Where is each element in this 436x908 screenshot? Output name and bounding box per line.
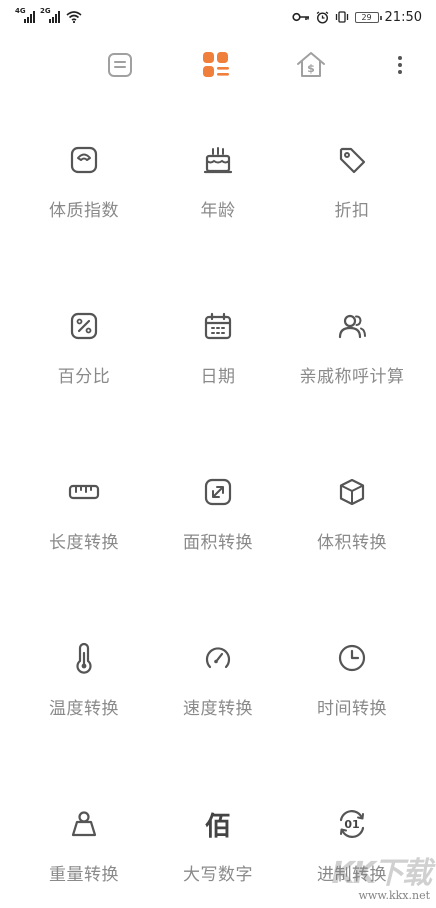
tool-age[interactable]: 年龄 [151, 136, 285, 256]
price-tag-icon [336, 144, 368, 176]
tool-label: 大写数字 [183, 865, 253, 885]
chinese-numeral-icon: 佰 [202, 808, 234, 842]
tool-label: 折扣 [334, 201, 370, 221]
key-icon [291, 12, 309, 22]
percent-icon [68, 310, 100, 342]
tool-label: 长度转换 [49, 533, 119, 553]
ruler-icon [68, 476, 100, 508]
more-options-button[interactable] [390, 52, 410, 78]
tool-weight[interactable]: 重量转换 [17, 800, 151, 908]
tool-label: 温度转换 [49, 699, 119, 719]
tool-label: 面积转换 [183, 533, 253, 553]
signal-sim1-icon: 4G [15, 7, 35, 23]
tool-time[interactable]: 时间转换 [285, 634, 419, 754]
tool-label: 体质指数 [49, 201, 119, 221]
alarm-icon [316, 10, 328, 24]
battery-level: 29 [361, 12, 372, 22]
tool-chinese-numerals[interactable]: 佰 大写数字 [151, 800, 285, 908]
expand-arrow-icon [202, 476, 234, 508]
scale-icon [68, 144, 100, 176]
status-bar: 4G 2G 29 21:50 [0, 0, 436, 34]
network-type-label: 4G [15, 7, 26, 15]
speedometer-icon [202, 642, 234, 674]
weight-icon [68, 808, 100, 840]
tool-bmi[interactable]: 体质指数 [17, 136, 151, 256]
battery-icon: 29 [354, 11, 382, 23]
status-right: 29 21:50 [291, 9, 422, 25]
tool-length[interactable]: 长度转换 [17, 468, 151, 588]
birthday-cake-icon [202, 144, 234, 176]
tab-finance[interactable]: $ [296, 50, 326, 80]
tool-label: 年龄 [200, 201, 236, 221]
tool-volume[interactable]: 体积转换 [285, 468, 419, 588]
more-vertical-icon [398, 56, 402, 74]
binary-cycle-icon: 01 [336, 808, 368, 840]
tool-temperature[interactable]: 温度转换 [17, 634, 151, 754]
signal-sim2-icon: 2G [40, 7, 60, 23]
tool-label: 日期 [200, 367, 236, 387]
people-icon [336, 310, 368, 342]
tool-label: 进制转换 [317, 865, 387, 885]
list-icon [108, 53, 132, 77]
tool-label: 重量转换 [49, 865, 119, 885]
tool-base-conversion[interactable]: 01 进制转换 [285, 800, 419, 908]
clock-icon [336, 642, 368, 674]
calendar-icon [202, 310, 234, 342]
tool-label: 亲戚称呼计算 [299, 367, 405, 387]
tool-area[interactable]: 面积转换 [151, 468, 285, 588]
grid-apps-icon [203, 52, 229, 77]
tool-label: 百分比 [57, 367, 111, 387]
wifi-icon [66, 11, 82, 23]
tab-list[interactable] [105, 50, 135, 80]
tool-speed[interactable]: 速度转换 [151, 634, 285, 754]
tool-label: 体积转换 [317, 533, 387, 553]
house-dollar-icon: $ [297, 52, 325, 77]
status-left: 4G 2G [15, 7, 82, 23]
tool-label: 速度转换 [183, 699, 253, 719]
cube-icon [336, 476, 368, 508]
tool-label: 时间转换 [317, 699, 387, 719]
network-type-label: 2G [40, 7, 51, 15]
svg-text:$: $ [307, 62, 315, 75]
tool-date[interactable]: 日期 [151, 302, 285, 422]
vibrate-icon [335, 11, 348, 23]
thermometer-icon [68, 642, 100, 674]
tool-discount[interactable]: 折扣 [285, 136, 419, 256]
chinese-numeral-glyph: 佰 [204, 811, 231, 842]
tool-relatives[interactable]: 亲戚称呼计算 [285, 302, 419, 422]
tool-percent[interactable]: 百分比 [17, 302, 151, 422]
top-tab-bar: $ [0, 42, 436, 90]
binary-glyph: 01 [344, 817, 360, 831]
tab-tools[interactable] [201, 50, 231, 80]
clock-time: 21:50 [384, 9, 422, 25]
